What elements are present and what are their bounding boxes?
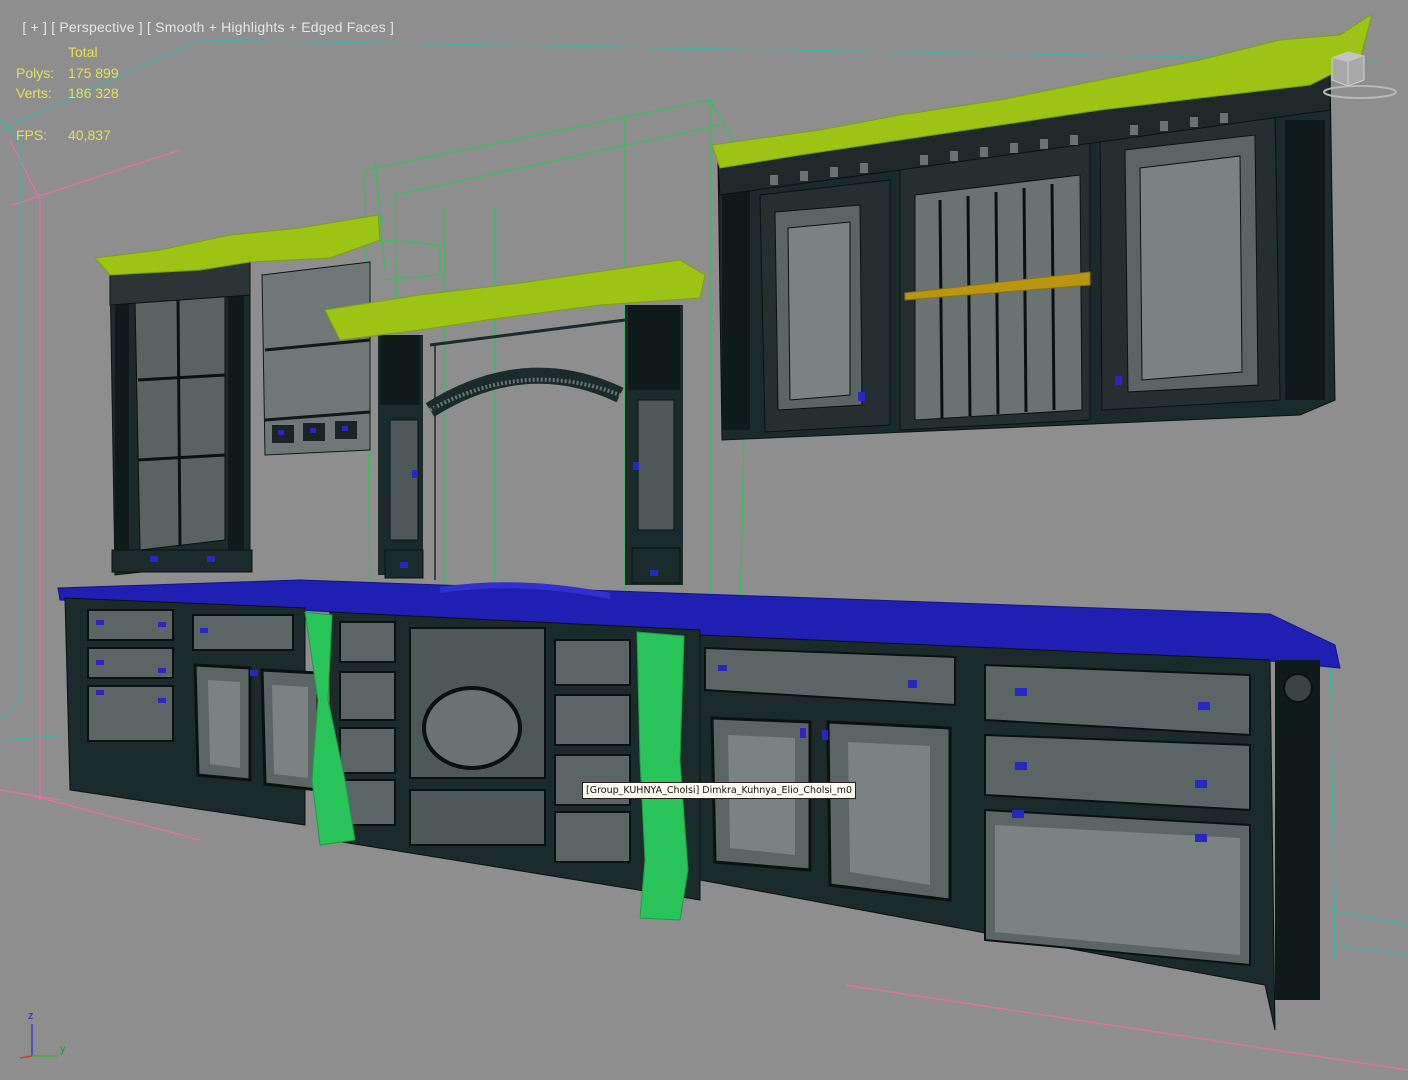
polys-value: 175 899 bbox=[68, 64, 119, 81]
verts-label: Verts: bbox=[16, 85, 52, 101]
viewport-menu-plus[interactable]: [ + ] bbox=[22, 19, 47, 35]
polys-label: Polys: bbox=[16, 64, 55, 81]
axis-tripod-icon: z y bbox=[19, 1010, 66, 1059]
right-leg bbox=[636, 631, 689, 921]
verts-value: 186 328 bbox=[68, 85, 119, 101]
viewcube-icon[interactable] bbox=[1312, 46, 1398, 104]
fps-label: FPS: bbox=[16, 126, 48, 143]
axis-y-label: y bbox=[60, 1043, 66, 1055]
stats-header: Total bbox=[68, 44, 98, 60]
viewport-view-label[interactable]: [ Perspective ] bbox=[51, 19, 143, 35]
axis-z-label: z bbox=[28, 1010, 34, 1022]
viewport-shading-label[interactable]: [ Smooth + Highlights + Edged Faces ] bbox=[147, 19, 394, 35]
object-tooltip: [Group_KUHNYA_Cholsi] Dimkra_Kuhnya_Elio… bbox=[582, 782, 857, 799]
fps-value: 40,837 bbox=[68, 126, 111, 143]
perspective-viewport[interactable]: [ + ] [ Perspective ] [ Smooth + Highlig… bbox=[0, 0, 1408, 1080]
scene-canvas[interactable] bbox=[0, 0, 1408, 1080]
statistics-overlay: Total Polys: 175 899 Verts: 186 328 FPS: 40… bbox=[16, 42, 148, 145]
